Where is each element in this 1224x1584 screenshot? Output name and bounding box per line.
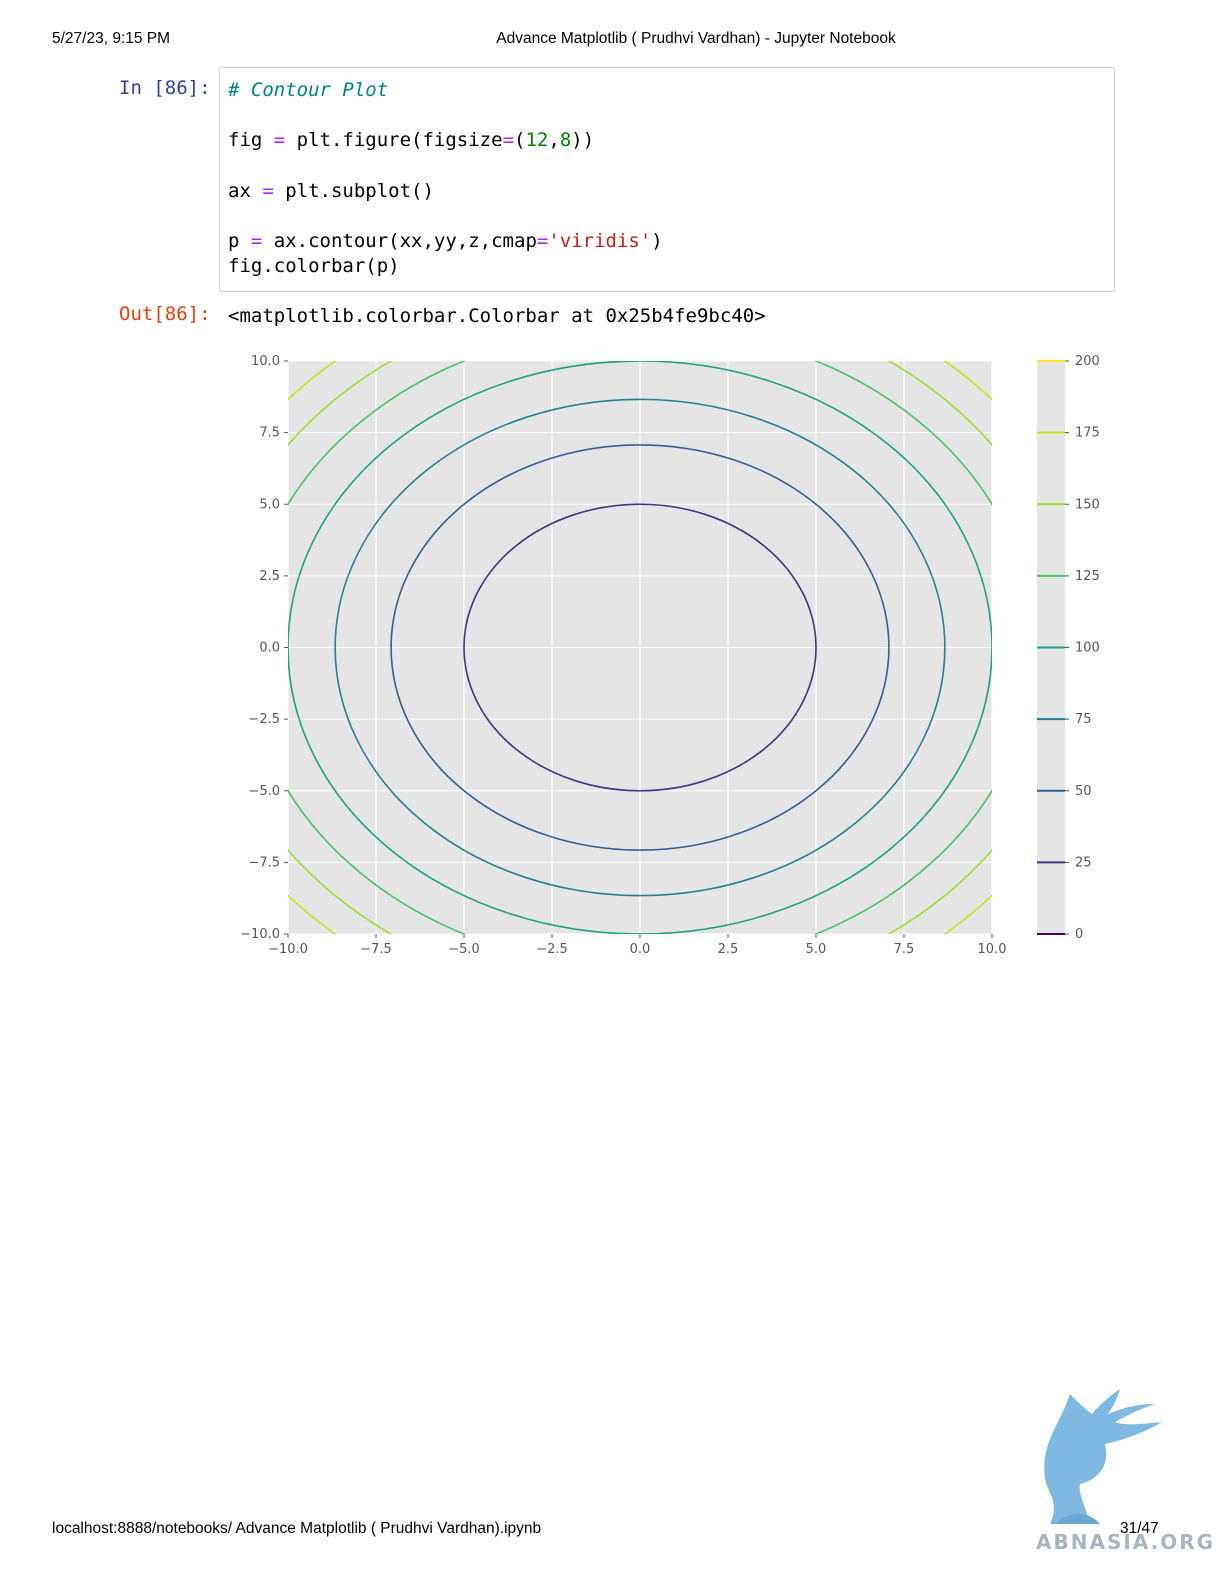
y-tick-label: −2.5 xyxy=(248,712,280,727)
colorbar-tick-label: 0 xyxy=(1075,927,1083,942)
input-prompt: In [86]: xyxy=(119,77,211,99)
x-tick-label: −5.0 xyxy=(448,942,480,957)
watermark-logo-icon xyxy=(1044,1389,1162,1524)
y-tick-label: −5.0 xyxy=(248,784,280,799)
colorbar-tick-label: 175 xyxy=(1075,426,1100,441)
x-tick-label: −10.0 xyxy=(268,942,308,957)
x-tick-label: −7.5 xyxy=(360,942,392,957)
output-prompt: Out[86]: xyxy=(119,303,211,325)
x-tick-label: −2.5 xyxy=(536,942,568,957)
colorbar-tick-label: 50 xyxy=(1075,784,1092,799)
colorbar-tick-label: 125 xyxy=(1075,569,1100,584)
x-tick-label: 5.0 xyxy=(806,942,827,957)
contour-chart: −10.0 −7.5 −5.0 −2.5 0.0 2.5 5.0 7.5 10.0 10.0 7.… xyxy=(240,354,1100,957)
colorbar-tick-label: 200 xyxy=(1075,354,1100,369)
y-axis-ticks: 10.0 7.5 5.0 2.5 0.0 −2.5 −5.0 −7.5 −10.0 xyxy=(240,354,288,942)
x-tick-label: 7.5 xyxy=(894,942,915,957)
y-tick-label: 10.0 xyxy=(251,354,280,369)
code-line-contour: p = ax.contour(xx,yy,z,cmap='viridis') xyxy=(228,230,663,252)
x-tick-label: 0.0 xyxy=(630,942,651,957)
colorbar-tick-label: 75 xyxy=(1075,712,1092,727)
code-line-comment: # Contour Plot xyxy=(228,79,389,101)
print-footer-url: localhost:8888/notebooks/ Advance Matplo… xyxy=(52,1520,542,1537)
code-line-subplot: ax = plt.subplot() xyxy=(228,180,434,202)
colorbar-tick-label: 150 xyxy=(1075,497,1100,512)
x-tick-label: 10.0 xyxy=(978,942,1007,957)
y-tick-label: 7.5 xyxy=(259,426,280,441)
y-tick-label: −7.5 xyxy=(248,855,280,870)
code-line-colorbar: fig.colorbar(p) xyxy=(228,255,400,277)
y-tick-label: 0.0 xyxy=(259,641,280,656)
x-tick-label: 2.5 xyxy=(718,942,739,957)
print-header-title: Advance Matplotlib ( Prudhvi Vardhan) - … xyxy=(496,30,896,47)
code-line-figure: fig = plt.figure(figsize=(12,8)) xyxy=(228,129,595,151)
code-cell[interactable]: # Contour Plot fig = plt.figure(figsize=… xyxy=(219,67,1115,292)
print-footer-page: 31/47 xyxy=(1120,1520,1159,1537)
colorbar-tick-label: 25 xyxy=(1075,855,1092,870)
x-axis-ticks: −10.0 −7.5 −5.0 −2.5 0.0 2.5 5.0 7.5 10.0 xyxy=(268,934,1006,957)
output-text: <matplotlib.colorbar.Colorbar at 0x25b4f… xyxy=(228,305,766,327)
y-tick-label: 2.5 xyxy=(259,569,280,584)
y-tick-label: 5.0 xyxy=(259,497,280,512)
y-tick-label: −10.0 xyxy=(240,927,280,942)
colorbar-tick-label: 100 xyxy=(1075,641,1100,656)
